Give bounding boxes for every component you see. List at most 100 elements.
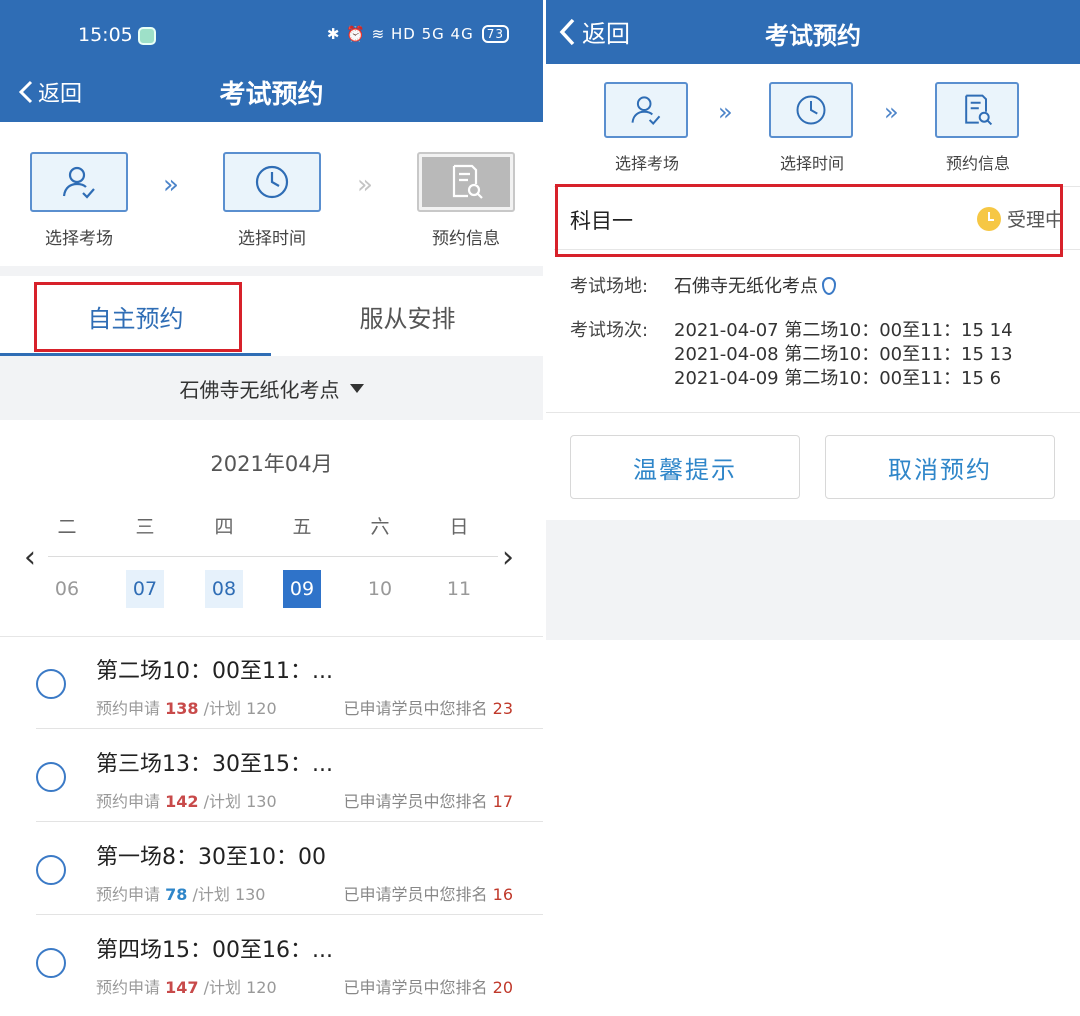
session-applied: 预约申请 142 /计划 130 xyxy=(96,788,277,812)
page-title: 考试预约 xyxy=(219,80,324,110)
divider xyxy=(48,556,498,557)
status-time: 15:05 xyxy=(78,24,133,46)
date-cell[interactable]: 10 xyxy=(361,570,399,608)
step-box xyxy=(935,82,1019,138)
rank-label: 已申请学员中您排名 xyxy=(343,792,488,811)
session-item[interactable]: 第三场13：30至15：... 预约申请 142 /计划 130 已申请学员中您… xyxy=(0,730,543,822)
step-label: 预约信息 xyxy=(945,154,1010,173)
session-name: 第一场8：30至10：00 xyxy=(96,845,326,870)
plan-count: /计划 120 xyxy=(203,978,277,997)
venue-name: 石佛寺无纸化考点 xyxy=(674,276,818,297)
session-item[interactable]: 第四场15：00至16：... 预约申请 147 /计划 120 已申请学员中您… xyxy=(0,916,543,1008)
status-icons-text: ✱ ⏰ ≋ HD 5G 4G xyxy=(326,25,474,43)
radio-button[interactable] xyxy=(36,762,66,792)
applied-count: 147 xyxy=(165,978,199,997)
caret-down-icon xyxy=(349,383,364,393)
step-box xyxy=(417,152,515,212)
session-name: 第四场15：00至16：... xyxy=(96,938,333,963)
session-rows: 考试场次: 2021-04-07 第二场10：00至11：15 14 2021-… xyxy=(570,316,1070,406)
calendar-month: 2021年04月 xyxy=(210,452,333,476)
radio-button[interactable] xyxy=(36,948,66,978)
step-box-inner xyxy=(422,157,510,207)
battery-icon: 73 xyxy=(481,25,509,43)
session-item[interactable]: 第二场10：00至11：... 预约申请 138 /计划 120 已申请学员中您… xyxy=(0,637,543,729)
user-check-icon xyxy=(62,166,95,199)
plan-count: /计划 120 xyxy=(203,699,277,718)
step-select-venue[interactable]: 选择考场 xyxy=(604,82,690,174)
venue-value: 石佛寺无纸化考点 xyxy=(674,272,836,298)
step-booking-info[interactable]: 预约信息 xyxy=(935,82,1021,174)
date-cell[interactable]: 08 xyxy=(205,570,243,608)
right-screen: 返回 考试预约 选择考场 » 选择时间 » 预约信息 科目一 受理中 考试场地:… xyxy=(546,0,1080,1016)
weekday-label: 日 xyxy=(449,516,469,538)
rank-label: 已申请学员中您排名 xyxy=(343,885,488,904)
divider xyxy=(36,821,543,822)
step-select-time[interactable]: 选择时间 xyxy=(769,82,855,174)
location-pin-icon[interactable] xyxy=(822,277,836,295)
session-rank: 已申请学员中您排名 17 xyxy=(344,788,513,812)
weekday-label: 六 xyxy=(370,516,390,538)
step-select-time[interactable]: 选择时间 xyxy=(222,152,322,249)
session-label: 考试场次: xyxy=(570,320,649,341)
session-applied: 预约申请 138 /计划 120 xyxy=(96,695,277,719)
session-applied: 预约申请 78 /计划 130 xyxy=(96,881,266,905)
session-rank: 已申请学员中您排名 16 xyxy=(344,881,513,905)
session-rank: 已申请学员中您排名 23 xyxy=(344,695,513,719)
weekday-label: 三 xyxy=(135,516,155,538)
applied-label: 预约申请 xyxy=(96,792,161,811)
divider xyxy=(36,914,543,915)
divider xyxy=(546,412,1080,413)
rank-label: 已申请学员中您排名 xyxy=(343,978,488,997)
venue-selector[interactable]: 石佛寺无纸化考点 xyxy=(0,356,543,420)
session-name: 第三场13：30至15：... xyxy=(96,752,333,777)
session-rank: 已申请学员中您排名 20 xyxy=(344,974,513,998)
double-chevron-icon: » xyxy=(163,170,179,200)
step-box xyxy=(223,152,321,212)
step-box xyxy=(30,152,128,212)
user-check-icon xyxy=(631,96,661,125)
rank-value: 23 xyxy=(492,699,513,718)
venue-name: 石佛寺无纸化考点 xyxy=(179,377,340,402)
step-indicator: 选择考场 » 选择时间 » 预约信息 xyxy=(546,64,1080,186)
date-row: 06 07 08 09 10 11 xyxy=(0,570,543,610)
step-label: 选择时间 xyxy=(238,229,306,249)
tips-button[interactable]: 温馨提示 xyxy=(570,435,800,499)
divider xyxy=(0,266,543,276)
tab-label: 服从安排 xyxy=(359,304,456,333)
radio-button[interactable] xyxy=(36,669,66,699)
step-select-venue[interactable]: 选择考场 xyxy=(29,152,129,249)
session-line: 2021-04-09 第二场10：00至11：15 6 xyxy=(674,368,1002,389)
step-label: 选择考场 xyxy=(45,229,113,249)
document-search-icon xyxy=(965,94,993,126)
rank-label: 已申请学员中您排名 xyxy=(343,699,488,718)
session-applied: 预约申请 147 /计划 120 xyxy=(96,974,277,998)
applied-count: 138 xyxy=(165,699,199,718)
status-icons: ✱ ⏰ ≋ HD 5G 4G 73 xyxy=(327,25,509,43)
double-chevron-icon: » xyxy=(884,98,899,126)
applied-count: 142 xyxy=(165,792,199,811)
venue-label: 考试场地: xyxy=(570,276,649,297)
date-cell[interactable]: 11 xyxy=(440,570,478,608)
booking-details: 考试场地: 石佛寺无纸化考点 考试场次: 2021-04-07 第二场10：00… xyxy=(570,268,1070,398)
date-cell-selected[interactable]: 09 xyxy=(283,570,321,608)
step-label: 选择考场 xyxy=(614,154,679,173)
clock-icon xyxy=(255,165,289,199)
date-cell[interactable]: 06 xyxy=(48,570,86,608)
tab-follow-arrangement[interactable]: 服从安排 xyxy=(272,276,543,356)
session-name: 第二场10：00至11：... xyxy=(96,659,333,684)
step-box xyxy=(604,82,688,138)
session-item[interactable]: 第一场8：30至10：00 预约申请 78 /计划 130 已申请学员中您排名 … xyxy=(0,823,543,915)
venue-row: 考试场地: 石佛寺无纸化考点 xyxy=(570,272,1070,312)
step-booking-info[interactable]: 预约信息 xyxy=(416,152,516,249)
page-title: 考试预约 xyxy=(765,22,861,50)
radio-button[interactable] xyxy=(36,855,66,885)
double-chevron-icon: » xyxy=(357,170,373,200)
cancel-booking-button[interactable]: 取消预约 xyxy=(825,435,1055,499)
step-label: 预约信息 xyxy=(432,229,500,249)
applied-label: 预约申请 xyxy=(96,699,161,718)
applied-label: 预约申请 xyxy=(96,978,161,997)
weekday-label: 二 xyxy=(57,516,77,538)
step-label: 选择时间 xyxy=(779,154,844,173)
highlight-box xyxy=(555,184,1063,257)
date-cell[interactable]: 07 xyxy=(126,570,164,608)
